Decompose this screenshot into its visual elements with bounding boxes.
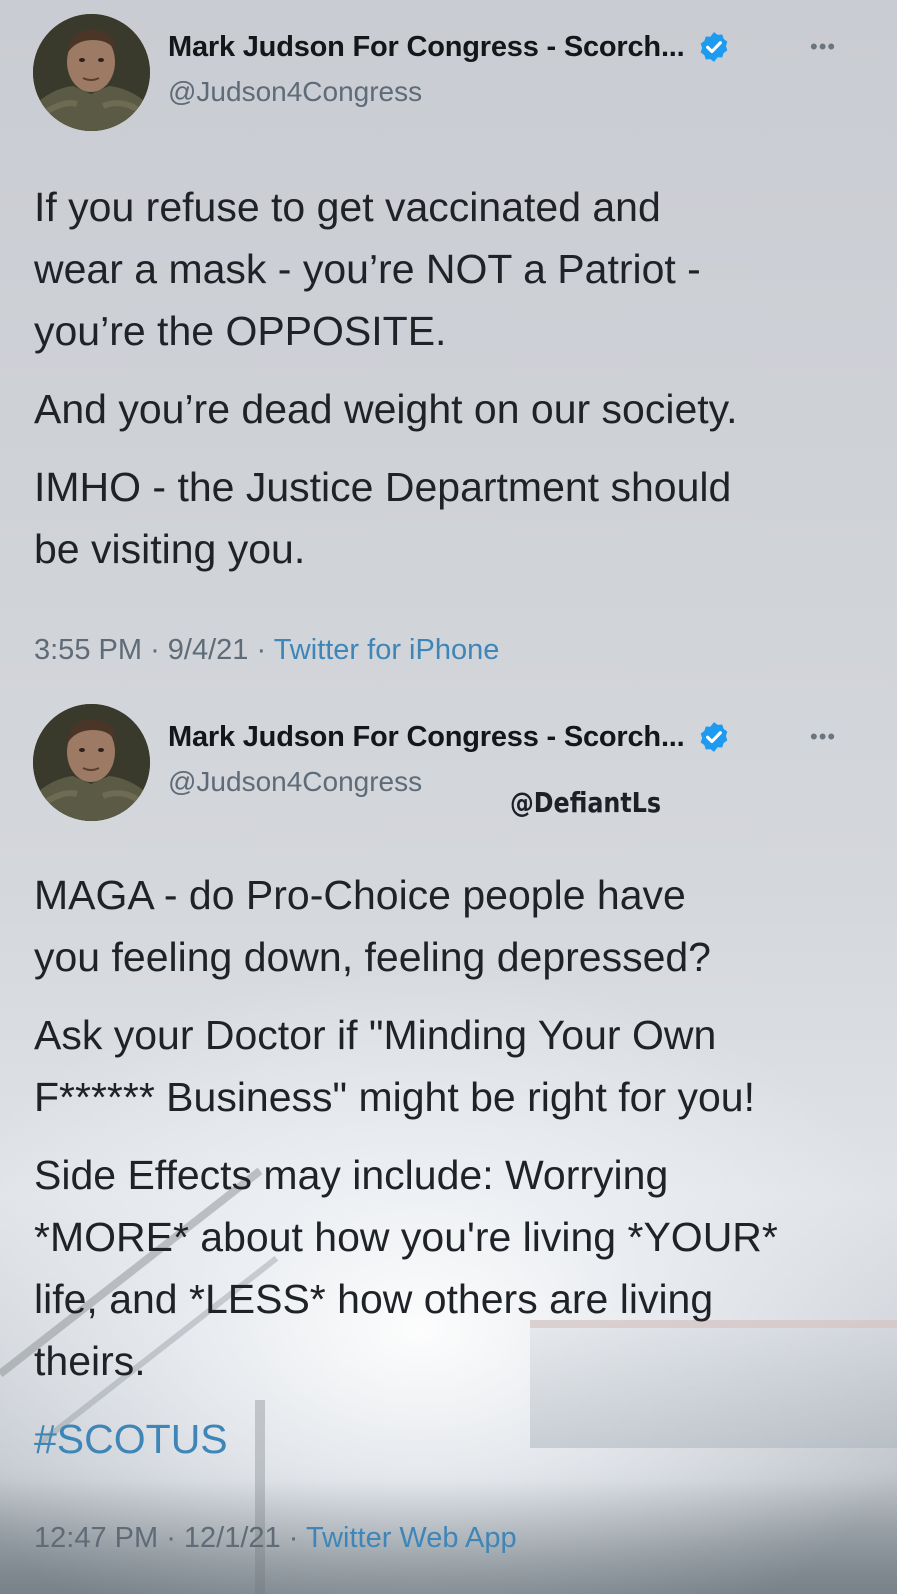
tweet-paragraph: And you’re dead weight on our society.	[34, 386, 738, 432]
avatar[interactable]	[33, 704, 150, 821]
tweet-paragraph: MAGA - do Pro-Choice people have you fee…	[34, 872, 711, 980]
tweet-text: If you refuse to get vaccinated and wear…	[34, 176, 854, 596]
verified-badge-icon	[700, 722, 727, 752]
meta-separator: ·	[256, 634, 274, 666]
more-horizontal-icon[interactable]: •••	[810, 724, 836, 750]
name-line: Mark Judson For Congress - Scorch...	[168, 720, 731, 754]
tweet-text: MAGA - do Pro-Choice people have you fee…	[34, 864, 854, 1470]
tweet-source[interactable]: Twitter for iPhone	[274, 634, 500, 666]
tweet-header: Mark Judson For Congress - Scorch... •••…	[0, 0, 897, 140]
user-handle[interactable]: @Judson4Congress	[168, 76, 422, 108]
display-name[interactable]: Mark Judson For Congress - Scorch...	[168, 721, 685, 754]
watermark: @DefiantLs	[510, 786, 662, 819]
verified-badge-icon	[700, 32, 727, 62]
tweet-meta: 12:47 PM · 12/1/21 · Twitter Web App	[34, 1522, 517, 1555]
tweet-date[interactable]: 9/4/21	[168, 634, 249, 666]
tweet-meta: 3:55 PM · 9/4/21 · Twitter for iPhone	[34, 634, 499, 667]
hashtag-link[interactable]: #SCOTUS	[34, 1408, 854, 1470]
meta-separator: ·	[150, 634, 168, 666]
tweet-header: Mark Judson For Congress - Scorch... •••…	[0, 690, 897, 830]
user-handle[interactable]: @Judson4Congress	[168, 766, 422, 798]
tweet-source[interactable]: Twitter Web App	[306, 1522, 517, 1554]
tweet-paragraph: IMHO - the Justice Department should be …	[34, 464, 732, 572]
tweet-time[interactable]: 3:55 PM	[34, 634, 142, 666]
display-name[interactable]: Mark Judson For Congress - Scorch...	[168, 31, 685, 64]
tweet-paragraph: Side Effects may include: Worrying *MORE…	[34, 1152, 778, 1384]
tweet-1: Mark Judson For Congress - Scorch... •••…	[0, 0, 897, 666]
name-line: Mark Judson For Congress - Scorch...	[168, 30, 731, 64]
tweet-paragraph: If you refuse to get vaccinated and wear…	[34, 184, 701, 354]
tweet-2: Mark Judson For Congress - Scorch... •••…	[0, 690, 897, 1554]
tweet-paragraph: Ask your Doctor if "Minding Your Own F**…	[34, 1012, 756, 1120]
tweet-date[interactable]: 12/1/21	[184, 1522, 281, 1554]
avatar[interactable]	[33, 14, 150, 131]
more-horizontal-icon[interactable]: •••	[810, 34, 836, 60]
meta-separator: ·	[288, 1522, 306, 1554]
meta-separator: ·	[166, 1522, 184, 1554]
tweet-time[interactable]: 12:47 PM	[34, 1522, 158, 1554]
